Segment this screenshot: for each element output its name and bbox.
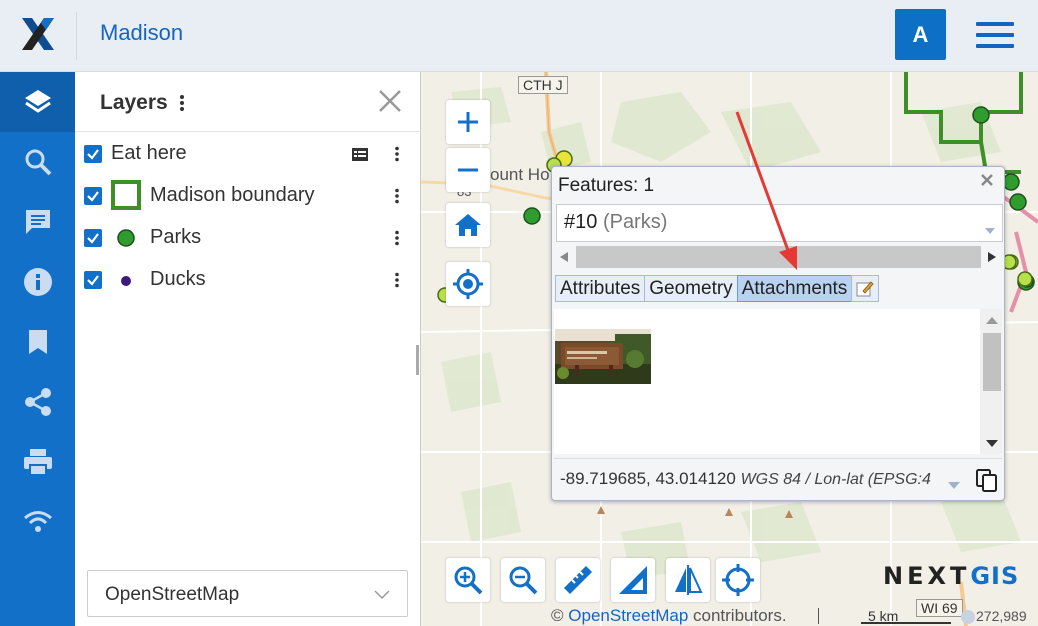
popup-title: Features: 1: [558, 175, 655, 196]
road-label: CTH J: [518, 76, 568, 94]
horizontal-scrollbar[interactable]: [556, 246, 1003, 268]
measure-area-button[interactable]: [611, 558, 655, 602]
app-title: Madison: [100, 20, 184, 45]
feature-layer: (Parks): [602, 211, 668, 233]
copy-coordinates-icon[interactable]: [976, 469, 998, 493]
attachment-thumbnail[interactable]: [555, 329, 651, 384]
scale-ratio: 272,989: [976, 608, 1027, 624]
road-label: WI 69: [916, 599, 963, 617]
scale-bar: [861, 622, 951, 624]
brand-gis-text: GIS: [970, 562, 1020, 590]
zoom-in-button[interactable]: [446, 100, 490, 144]
identify-popup: Features: 1 #10 (Parks) Attributes Geome…: [551, 166, 1005, 501]
header-divider: [76, 12, 77, 60]
layers-panel: Layers Eat here Madison boundary Parks D…: [75, 72, 421, 626]
zoom-out-button[interactable]: [446, 148, 490, 192]
nextgis-logo-icon[interactable]: [18, 14, 58, 54]
layer-row-parks[interactable]: Parks: [75, 219, 421, 257]
print-icon[interactable]: [0, 432, 75, 492]
osm-attribution-link[interactable]: OpenStreetMap: [568, 606, 688, 625]
crs-select[interactable]: WGS 84 / Lon-lat (EPSG:4: [741, 471, 931, 488]
duck-point-symbol-icon: [120, 274, 132, 292]
popup-divider: [554, 458, 1002, 459]
tab-geometry[interactable]: Geometry: [644, 275, 738, 302]
scroll-right-icon[interactable]: [988, 252, 996, 262]
search-icon[interactable]: [0, 132, 75, 192]
attachments-area: [554, 309, 1002, 454]
attribute-table-icon[interactable]: [352, 148, 368, 166]
user-avatar-button[interactable]: A: [895, 9, 946, 60]
layer-checkbox[interactable]: [84, 229, 102, 247]
map-attribution: © OpenStreetMap contributors.: [551, 606, 787, 626]
coordinate-readout: -89.719685, 43.014120 WGS 84 / Lon-lat (…: [560, 469, 931, 489]
layers-icon[interactable]: [0, 72, 75, 132]
scroll-left-icon[interactable]: [560, 252, 568, 262]
info-icon[interactable]: [0, 252, 75, 312]
layer-menu-kebab-icon[interactable]: [394, 272, 400, 288]
basemap-value: OpenStreetMap: [105, 584, 240, 605]
layer-checkbox[interactable]: [84, 145, 102, 163]
bookmark-icon[interactable]: [0, 312, 75, 372]
tab-attributes[interactable]: Attributes: [555, 275, 646, 302]
layer-menu-kebab-icon[interactable]: [394, 188, 400, 204]
zoom-out-rect-button[interactable]: [501, 558, 545, 602]
scroll-thumb[interactable]: [983, 333, 1001, 391]
identify-crosshair-button[interactable]: [716, 558, 760, 602]
layer-checkbox[interactable]: [84, 271, 102, 289]
scroll-thumb[interactable]: [576, 246, 981, 268]
locate-button[interactable]: [446, 262, 490, 306]
layer-row-eat-here[interactable]: Eat here: [75, 135, 421, 173]
layer-row-madison-boundary[interactable]: Madison boundary: [75, 177, 421, 215]
panel-resize-handle[interactable]: [416, 345, 419, 375]
coordinates-value: -89.719685, 43.014120: [560, 469, 736, 488]
scroll-down-icon[interactable]: [986, 440, 998, 447]
scroll-up-icon[interactable]: [986, 317, 998, 324]
measure-distance-button[interactable]: [556, 558, 600, 602]
layer-name: Madison boundary: [150, 184, 315, 206]
tab-attachments[interactable]: Attachments: [736, 275, 853, 302]
tool-sidebar: [0, 72, 75, 626]
layer-name: Eat here: [111, 142, 187, 164]
feature-id: #10: [564, 211, 598, 233]
zoom-in-rect-button[interactable]: [446, 558, 490, 602]
scale-ratio-icon: [961, 610, 975, 624]
layer-name: Parks: [150, 226, 202, 248]
popup-close-icon[interactable]: [980, 173, 994, 187]
vertical-scrollbar[interactable]: [980, 309, 1002, 454]
close-panel-icon[interactable]: [377, 88, 403, 114]
attribution-copyright: ©: [551, 606, 564, 625]
brand-next-text: NEXT: [883, 562, 971, 590]
attribution-divider: [818, 608, 819, 624]
layers-menu-kebab-icon[interactable]: [179, 94, 185, 112]
hamburger-menu-icon[interactable]: [976, 22, 1014, 48]
tab-edit-icon[interactable]: [851, 275, 880, 302]
share-icon[interactable]: [0, 372, 75, 432]
layer-menu-kebab-icon[interactable]: [394, 230, 400, 246]
app-header: Madison A: [0, 0, 1038, 72]
chevron-down-icon[interactable]: [948, 476, 960, 494]
layer-name: Ducks: [150, 268, 206, 290]
popup-tabs: Attributes Geometry Attachments: [555, 275, 880, 302]
layer-menu-kebab-icon[interactable]: [394, 146, 400, 162]
swipe-compare-button[interactable]: [666, 558, 710, 602]
layers-panel-header: Layers: [75, 72, 421, 132]
layer-row-ducks[interactable]: Ducks: [75, 261, 421, 299]
attribution-suffix: contributors.: [693, 606, 787, 625]
wifi-icon[interactable]: [0, 492, 75, 552]
chat-icon[interactable]: [0, 192, 75, 252]
chevron-down-icon: [374, 587, 390, 605]
dropdown-arrow-icon: [985, 221, 995, 239]
layers-panel-title: Layers: [100, 91, 168, 114]
basemap-select[interactable]: OpenStreetMap: [87, 570, 408, 617]
home-extent-button[interactable]: [446, 203, 490, 247]
boundary-symbol-icon: [111, 180, 141, 215]
park-point-symbol-icon: [116, 228, 136, 253]
place-label: ount Ho: [490, 165, 550, 184]
layer-checkbox[interactable]: [84, 187, 102, 205]
feature-select[interactable]: #10 (Parks): [556, 204, 1003, 242]
nextgis-brand-logo: NEXTGIS: [883, 562, 1019, 590]
